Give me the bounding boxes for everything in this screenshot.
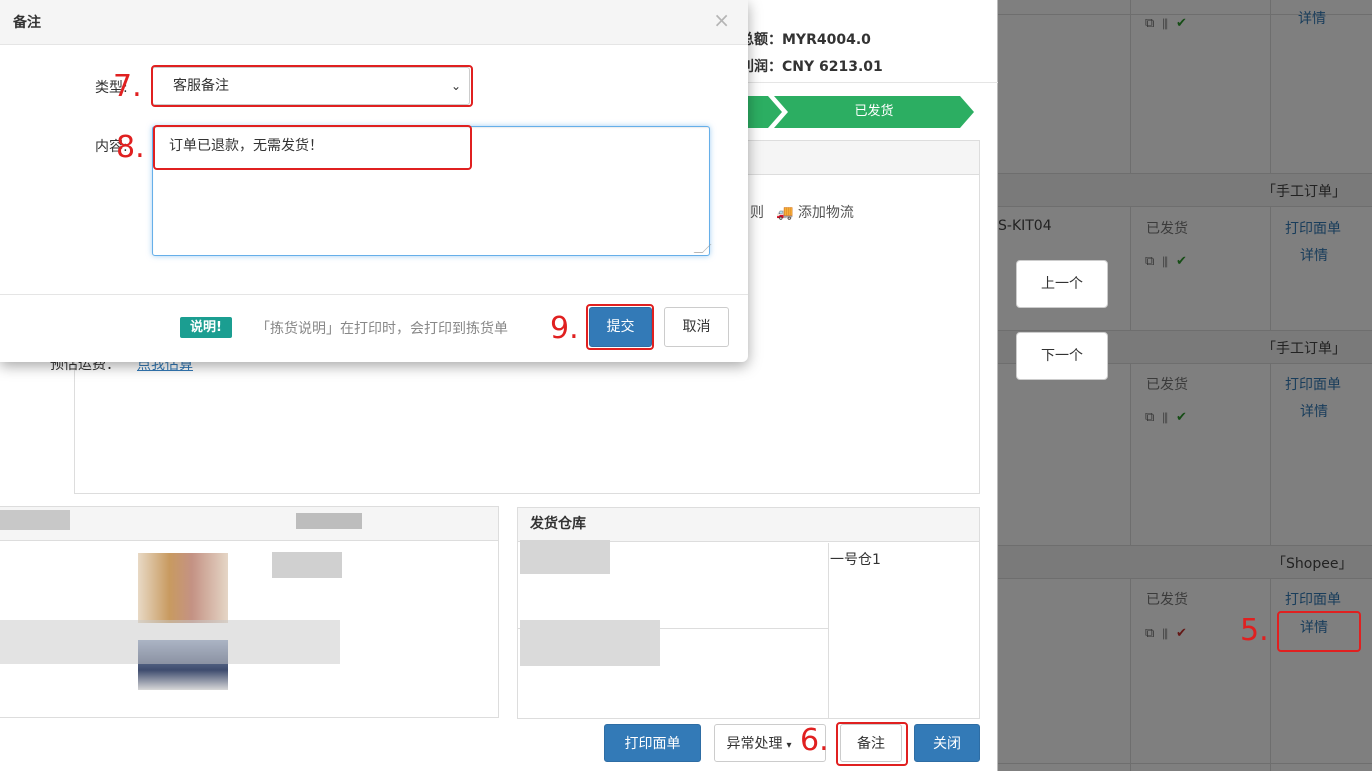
annotation-number-9: 9. xyxy=(550,311,579,346)
pixelated-block xyxy=(0,620,340,664)
annotation-number-8: 8. xyxy=(116,130,145,165)
order-profit: 利润：CNY 6213.01 xyxy=(740,59,883,75)
pixelated-block xyxy=(520,540,610,574)
print-label-button[interactable]: 打印面单 xyxy=(604,724,701,762)
source-tag: 「Shopee」 xyxy=(1272,556,1353,572)
copy-icon[interactable]: ⧉ xyxy=(1145,626,1156,641)
row-action-icons: ⧉ ⦀ ✔ xyxy=(1145,626,1189,641)
pixelated-block xyxy=(272,552,342,578)
order-status: 已发货 xyxy=(1146,221,1188,237)
detail-link[interactable]: 详情 xyxy=(1300,401,1328,421)
pixelated-block xyxy=(520,620,660,666)
order-sku: S-KIT04 xyxy=(998,218,1052,234)
source-tag: 「手工订单」 xyxy=(1262,184,1346,200)
note-dialog-title: 备注 xyxy=(13,15,41,31)
note-content-value: 订单已退款，无需发货！ xyxy=(169,138,323,154)
rule-link-fragment[interactable]: 则 xyxy=(750,202,764,222)
warehouse-panel-header: 发货仓库 xyxy=(518,508,979,542)
copy-icon[interactable]: ⧉ xyxy=(1145,254,1156,269)
check-icon[interactable]: ✔ xyxy=(1176,410,1189,425)
order-progress-bar: 已发货 xyxy=(748,96,974,128)
detail-link[interactable]: 详情 xyxy=(1300,617,1328,637)
close-detail-button[interactable]: 关闭 xyxy=(914,724,980,762)
row-divider xyxy=(998,763,1372,764)
print-label-link[interactable]: 打印面单 xyxy=(1285,218,1341,238)
row-action-icons: ⧉ ⦀ ✔ xyxy=(1145,410,1189,425)
source-tag: 「手工订单」 xyxy=(1262,341,1346,357)
check-icon[interactable]: ✔ xyxy=(1176,254,1189,269)
barcode-icon[interactable]: ⦀ xyxy=(1162,626,1169,641)
tip-badge: 说明! xyxy=(180,317,232,338)
submit-button[interactable]: 提交 xyxy=(589,307,652,347)
next-order-button[interactable]: 下一个 xyxy=(1016,332,1108,380)
note-dialog: 备注 × 类型: 客服备注 ⌄ 内容: 订单已退款，无需发货！ 说明! 「拣货说… xyxy=(0,0,748,362)
add-logistics-link[interactable]: 🚚 添加物流 xyxy=(776,202,854,222)
check-icon[interactable]: ✔ xyxy=(1176,16,1189,31)
barcode-icon[interactable]: ⦀ xyxy=(1162,410,1169,425)
exception-handling-label: 异常处理 xyxy=(726,736,783,752)
chevron-down-icon: ▾ xyxy=(786,740,792,751)
add-logistics-label: 添加物流 xyxy=(797,205,854,221)
copy-icon[interactable]: ⧉ xyxy=(1145,410,1156,425)
note-button[interactable]: 备注 xyxy=(840,724,902,762)
print-label-link[interactable]: 打印面单 xyxy=(1285,589,1341,609)
annotation-number-5: 5. xyxy=(1240,613,1269,648)
product-panel-header xyxy=(0,507,498,541)
warehouse-name: 一号仓1 xyxy=(830,552,881,568)
warehouse-column-divider xyxy=(828,543,829,718)
column-divider xyxy=(1270,0,1271,771)
pixelated-block xyxy=(296,513,362,529)
close-icon[interactable]: × xyxy=(713,10,730,30)
order-status: 已发货 xyxy=(1146,592,1188,608)
resize-handle-icon[interactable] xyxy=(693,244,712,253)
note-dialog-header: 备注 × xyxy=(0,0,748,45)
row-action-icons: ⧉ ⦀ ✔ xyxy=(1145,16,1189,31)
truck-icon: 🚚 xyxy=(776,205,794,221)
column-divider xyxy=(1130,0,1131,771)
order-status: 已发货 xyxy=(1146,377,1188,393)
barcode-icon[interactable]: ⦀ xyxy=(1162,16,1169,31)
print-label-link[interactable]: 打印面单 xyxy=(1285,374,1341,394)
product-panel xyxy=(0,506,499,718)
note-content-textarea[interactable]: 订单已退款，无需发货！ xyxy=(152,126,712,256)
annotation-number-6: 6. xyxy=(800,723,829,758)
row-action-icons: ⧉ ⦀ ✔ xyxy=(1145,254,1189,269)
copy-icon[interactable]: ⧉ xyxy=(1145,16,1156,31)
progress-step-shipped: 已发货 xyxy=(854,104,894,119)
chevron-down-icon: ⌄ xyxy=(450,79,461,93)
check-icon[interactable]: ✔ xyxy=(1176,626,1189,641)
prev-order-button[interactable]: 上一个 xyxy=(1016,260,1108,308)
detail-link[interactable]: 详情 xyxy=(1298,8,1326,28)
pixelated-product-image xyxy=(138,553,228,623)
footer-divider xyxy=(0,294,748,295)
note-type-select[interactable]: 客服备注 ⌄ xyxy=(152,67,470,105)
warehouse-panel: 发货仓库 xyxy=(517,507,980,719)
detail-link[interactable]: 详情 xyxy=(1300,245,1328,265)
tip-text: 「拣货说明」在打印时，会打印到拣货单 xyxy=(256,321,508,337)
annotation-number-7: 7. xyxy=(113,69,142,104)
order-total-amount: 总额：MYR4004.0 xyxy=(740,32,871,48)
note-type-value: 客服备注 xyxy=(173,78,229,94)
barcode-icon[interactable]: ⦀ xyxy=(1162,254,1169,269)
cancel-button[interactable]: 取消 xyxy=(664,307,729,347)
pixelated-block xyxy=(0,510,70,530)
